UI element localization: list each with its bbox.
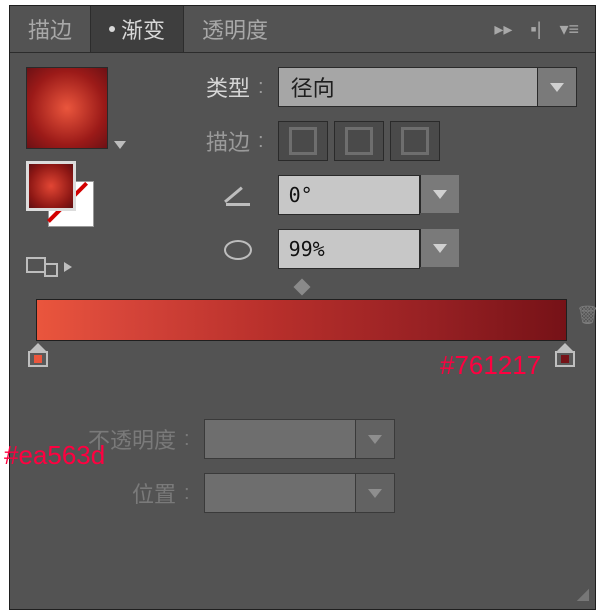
stroke-row: 描边 :	[158, 121, 577, 161]
aspect-ratio-icon	[222, 238, 250, 260]
tab-transparency-label: 透明度	[202, 13, 268, 45]
tab-gradient-label: 渐变	[121, 13, 165, 45]
opacity-dropdown	[356, 419, 395, 459]
tab-stroke[interactable]: 描边	[10, 6, 90, 52]
arrow-right-icon	[64, 262, 72, 272]
panel-body: 类型 : 径向 描边 :	[10, 53, 595, 610]
chevron-down-icon	[433, 244, 447, 253]
gradient-editor: 🗑	[36, 299, 567, 341]
gradient-stop-start[interactable]	[28, 343, 48, 367]
type-select[interactable]: 径向	[278, 67, 577, 107]
opacity-label: 不透明度	[36, 423, 176, 455]
bottom-fields: 不透明度 : 位置 :	[36, 419, 567, 513]
fill-stroke-swatches	[26, 161, 96, 221]
position-label: 位置	[36, 477, 176, 509]
colon: :	[184, 482, 190, 505]
position-row: 位置 :	[36, 473, 567, 513]
opacity-row: 不透明度 :	[36, 419, 567, 459]
swatch-dropdown-icon[interactable]	[114, 141, 126, 149]
angle-input-group: 0°	[278, 175, 459, 215]
position-dropdown	[356, 473, 395, 513]
stroke-label: 描边	[158, 125, 250, 157]
gradient-bar[interactable]	[36, 299, 567, 341]
colon: :	[258, 130, 264, 153]
type-label: 类型	[158, 71, 250, 103]
ratio-label	[158, 238, 250, 260]
gradient-stop-end[interactable]	[555, 343, 575, 367]
angle-icon	[226, 185, 250, 206]
tab-transparency[interactable]: 透明度	[184, 6, 286, 52]
tab-gradient[interactable]: 渐变	[90, 6, 184, 52]
angle-input[interactable]: 0°	[278, 175, 420, 215]
fast-forward-icon[interactable]: ▸▸	[494, 19, 512, 40]
stroke-align-3[interactable]	[390, 121, 440, 161]
dot-icon	[109, 26, 115, 32]
rect-icon	[26, 257, 46, 273]
tab-bar: 描边 渐变 透明度 ▸▸ ▪| ▾≡	[10, 6, 595, 53]
midpoint-diamond-icon[interactable]	[293, 279, 310, 296]
chevron-down-icon	[368, 435, 382, 444]
stroke-align-buttons	[278, 121, 440, 161]
rect-icon-small	[44, 263, 58, 277]
ratio-input-group: 99%	[278, 229, 459, 269]
angle-row: : 0°	[158, 175, 577, 215]
colon: :	[258, 76, 264, 99]
ratio-row: : 99%	[158, 229, 577, 269]
panel-controls: ▸▸ ▪| ▾≡	[494, 6, 595, 52]
position-input	[204, 473, 356, 513]
collapse-icon[interactable]: ▪|	[530, 19, 541, 40]
ratio-dropdown[interactable]	[420, 229, 459, 267]
resize-grip-icon[interactable]: ◢	[577, 584, 589, 604]
angle-dropdown[interactable]	[420, 175, 459, 213]
angle-label	[158, 185, 250, 206]
chevron-down-icon	[368, 489, 382, 498]
type-row: 类型 : 径向	[158, 67, 577, 107]
chevron-down-icon	[550, 83, 564, 92]
chevron-down-icon	[433, 190, 447, 199]
panel-menu-icon[interactable]: ▾≡	[559, 19, 579, 40]
colon: :	[184, 428, 190, 451]
gradient-preview-swatch[interactable]	[26, 67, 108, 149]
ratio-input[interactable]: 99%	[278, 229, 420, 269]
tab-stroke-label: 描边	[28, 13, 72, 45]
fill-swatch[interactable]	[26, 161, 76, 211]
swap-icons[interactable]	[26, 257, 136, 277]
delete-stop-icon[interactable]: 🗑	[576, 305, 599, 326]
form-column: 类型 : 径向 描边 :	[158, 67, 577, 269]
opacity-input	[204, 419, 356, 459]
swatch-column	[26, 67, 136, 277]
type-value: 径向	[279, 71, 537, 103]
stroke-align-1[interactable]	[278, 121, 328, 161]
gradient-panel: 描边 渐变 透明度 ▸▸ ▪| ▾≡	[9, 5, 596, 610]
stroke-align-2[interactable]	[334, 121, 384, 161]
stage: 描边 渐变 透明度 ▸▸ ▪| ▾≡	[0, 0, 600, 613]
type-select-button[interactable]	[537, 68, 576, 106]
